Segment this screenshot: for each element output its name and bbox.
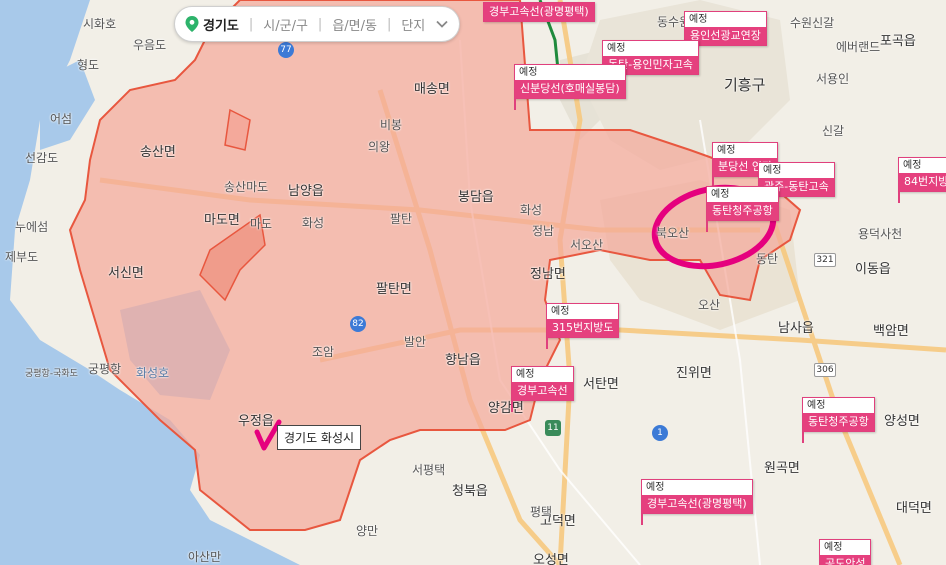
place-yangman: 양만 xyxy=(356,524,379,538)
place-pogok: 포곡읍 xyxy=(880,34,916,49)
place-seongam: 선감도 xyxy=(25,151,59,165)
breadcrumb-province[interactable]: 경기도 xyxy=(199,15,249,34)
place-giheung: 기흥구 xyxy=(724,76,766,94)
place-nuesom: 누에섬 xyxy=(15,220,49,234)
place-jeongnam: 정남면 xyxy=(530,267,566,282)
place-idong: 이동읍 xyxy=(855,262,891,277)
route-label-sinbundang[interactable]: 예정 신분당선(호매실봉담) xyxy=(514,64,626,110)
place-paltan-jc: 팔탄 xyxy=(390,212,413,226)
route-label-road-315[interactable]: 예정 315번지방도 xyxy=(546,303,620,349)
breadcrumb-town[interactable]: 읍/면/동 xyxy=(322,15,387,34)
place-ueumdo: 우음도 xyxy=(133,38,167,52)
place-seosan: 서오산 xyxy=(570,238,604,252)
route-label-gyeongbu-hsr-top[interactable]: 경부고속선(광명평택) xyxy=(483,2,595,22)
place-namsa: 남사읍 xyxy=(778,321,814,336)
selected-region-callout: 경기도 화성시 xyxy=(277,425,362,450)
place-dongtan-ic: 동탄 xyxy=(756,252,779,266)
place-gungpyeong: 궁평항 xyxy=(88,362,122,376)
place-uiwang: 의왕 xyxy=(368,140,391,154)
place-songsan-ic: 송산마도 xyxy=(224,180,269,194)
place-daedeok: 대덕면 xyxy=(896,501,932,516)
route-label-road-84[interactable]: 예정 84번지방도 xyxy=(898,157,946,203)
place-hwaseong-jc: 화성 xyxy=(520,203,543,217)
map-view[interactable]: 시화호 우음도 형도 어섬 송산면 선감도 송산마도 누에섬 제부도 마도면 마… xyxy=(0,0,946,565)
place-wongok: 원곡면 xyxy=(764,461,800,476)
place-seotan: 서탄면 xyxy=(583,377,619,392)
place-jinwi: 진위면 xyxy=(676,366,712,381)
road-321-shield: 321 xyxy=(814,253,836,267)
place-paltan: 팔탄면 xyxy=(376,282,412,297)
place-oseong: 오성면 xyxy=(533,553,569,565)
place-eodo: 어섬 xyxy=(50,112,73,126)
place-mado-ic: 마도 xyxy=(250,217,273,231)
place-everland: 에버랜드 xyxy=(836,40,881,54)
place-singal: 신갈 xyxy=(822,124,845,138)
place-balan: 발안 xyxy=(404,335,427,349)
place-baegam: 백암면 xyxy=(873,324,909,339)
place-joam: 조암 xyxy=(312,345,335,359)
road-82-shield: 82 xyxy=(350,316,366,332)
place-suwonsin: 수원신갈 xyxy=(790,16,835,30)
location-pin-icon xyxy=(185,16,199,32)
road-77-shield: 77 xyxy=(278,42,294,58)
place-jeongnam-ic: 정남 xyxy=(532,224,555,238)
place-jebudo: 제부도 xyxy=(5,250,39,264)
road-306-shield: 306 xyxy=(814,363,836,377)
place-pyeongtaek: 평택 xyxy=(530,505,553,519)
place-cheongbuk: 청북읍 xyxy=(452,484,488,499)
place-seoyongin: 서용인 xyxy=(816,72,850,86)
place-asan: 아산만 xyxy=(188,550,222,564)
region-breadcrumb: 경기도 | 시/군/구 | 읍/면/동 | 단지 xyxy=(174,6,461,42)
place-namyang: 남양읍 xyxy=(288,184,324,199)
place-sihwaho: 시화호 xyxy=(83,17,117,31)
route-label-gyeongbu-hsr-south[interactable]: 예정 경부고속선(광명평택) xyxy=(641,479,753,525)
road-1-shield: 1 xyxy=(652,425,668,441)
place-yangseong: 양성면 xyxy=(884,414,920,429)
place-songsan: 송산면 xyxy=(140,145,176,160)
place-pyeongtaek-jc: 서평택 xyxy=(412,463,446,477)
place-hyangnam: 향남읍 xyxy=(445,353,481,368)
chevron-down-icon[interactable] xyxy=(435,17,449,31)
route-label-dongtan-cheongju-south[interactable]: 예정 동탄청주공항 xyxy=(802,397,875,443)
place-seosin: 서신면 xyxy=(108,266,144,281)
route-label-gyeongbu-hsr[interactable]: 예정 경부고속선 xyxy=(511,366,574,412)
place-bongdam: 봉담읍 xyxy=(458,190,494,205)
road-11-shield: 11 xyxy=(545,420,561,436)
place-gungpyeong-road: 궁평항-국화도 xyxy=(25,369,78,379)
place-bibong: 비봉 xyxy=(380,118,403,132)
place-hwaseongho: 화성호 xyxy=(136,366,170,380)
place-hyeongdo: 형도 xyxy=(77,58,100,72)
breadcrumb-city[interactable]: 시/군/구 xyxy=(253,15,318,34)
breadcrumb-complex[interactable]: 단지 xyxy=(391,15,435,34)
route-label-bottom-right[interactable]: 예정 공도안성 xyxy=(819,539,872,565)
place-mado: 마도면 xyxy=(204,213,240,228)
route-label-dongtan-cheongju[interactable]: 예정 동탄청주공항 xyxy=(706,186,779,232)
place-bukosan: 북오산 xyxy=(656,226,690,240)
place-osan: 오산 xyxy=(698,298,721,312)
place-ujeong: 우정읍 xyxy=(238,414,274,429)
place-hwaseong-ic: 화성 xyxy=(302,216,325,230)
place-maesong: 매송면 xyxy=(414,82,450,97)
place-yongdeok: 용덕사천 xyxy=(858,227,903,241)
